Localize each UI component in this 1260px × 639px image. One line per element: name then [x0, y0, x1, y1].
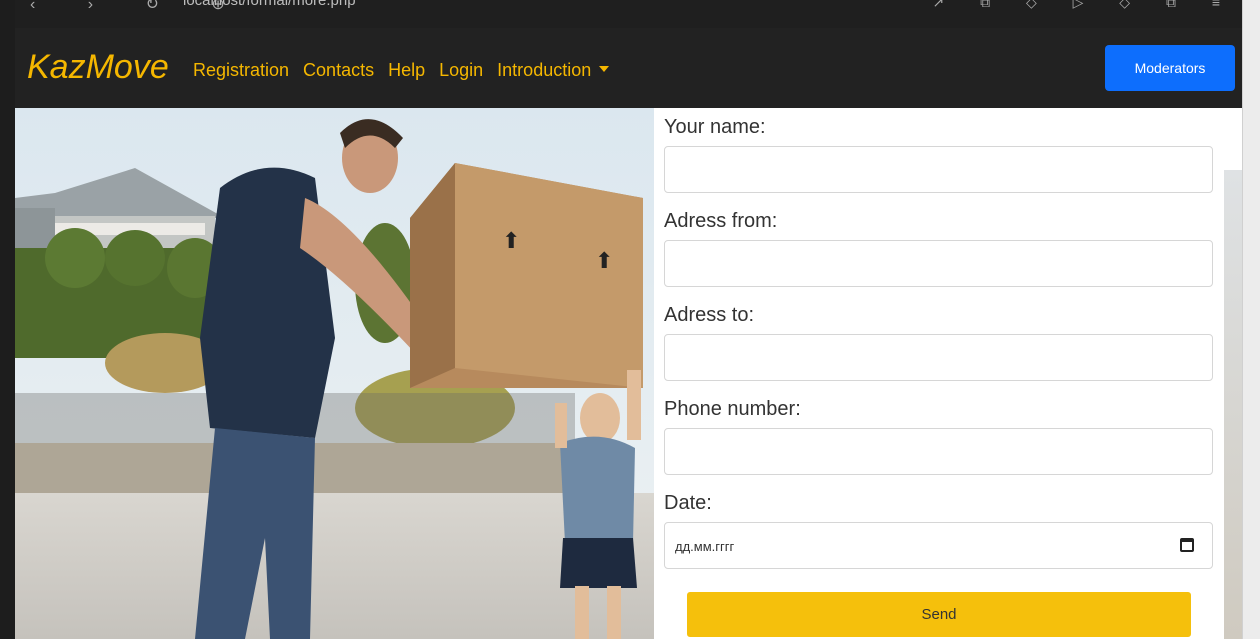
- name-label: Your name:: [664, 116, 766, 138]
- nav-link-registration[interactable]: Registration: [193, 60, 289, 81]
- send-button[interactable]: Send: [687, 592, 1191, 637]
- scrollbar[interactable]: [1242, 0, 1260, 639]
- family-moving-box-photo: ⬆ ⬆: [15, 108, 654, 639]
- date-placeholder: дд.мм.гггг: [675, 539, 735, 554]
- order-form: Your name: Adress from: Adress to: Phone…: [654, 108, 1224, 639]
- nav-dropdown-label: Introduction: [497, 60, 592, 80]
- top-navbar: KazMove Registration Contacts Help Login…: [15, 28, 1242, 108]
- phone-label: Phone number:: [664, 398, 801, 420]
- address-to-input[interactable]: [664, 334, 1213, 381]
- nav-links: Registration Contacts Help Login Introdu…: [193, 60, 610, 81]
- caret-down-icon: [599, 66, 610, 73]
- nav-link-help[interactable]: Help: [388, 60, 425, 81]
- browser-extension-icons[interactable]: ↗ ⧉ ◇ ▷ ◇ ⧉ ≡: [932, 0, 1236, 11]
- hero-photo: ⬆ ⬆: [15, 108, 654, 639]
- nav-link-login[interactable]: Login: [439, 60, 483, 81]
- calendar-icon[interactable]: [1180, 538, 1194, 552]
- phone-input[interactable]: [664, 428, 1213, 475]
- address-from-input[interactable]: [664, 240, 1213, 287]
- moderators-button[interactable]: Moderators: [1105, 45, 1235, 91]
- svg-text:⬆: ⬆: [595, 248, 613, 273]
- name-input[interactable]: [664, 146, 1213, 193]
- address-to-label: Adress to:: [664, 304, 755, 326]
- nav-link-contacts[interactable]: Contacts: [303, 60, 374, 81]
- background-photo-edge: [1224, 170, 1242, 639]
- address-from-label: Adress from:: [664, 210, 778, 232]
- date-input[interactable]: дд.мм.гггг: [664, 522, 1213, 569]
- brand-logo[interactable]: KazMove: [27, 48, 169, 87]
- window-left-border: [0, 0, 15, 639]
- browser-toolbar: ‹ › ↻ ⊕ localhost/formal/more.php ↗ ⧉ ◇ …: [0, 0, 1260, 28]
- date-label: Date:: [664, 492, 712, 514]
- address-bar-url[interactable]: localhost/formal/more.php: [183, 0, 356, 9]
- nav-dropdown-introduction[interactable]: Introduction: [497, 60, 610, 81]
- svg-text:⬆: ⬆: [502, 228, 520, 253]
